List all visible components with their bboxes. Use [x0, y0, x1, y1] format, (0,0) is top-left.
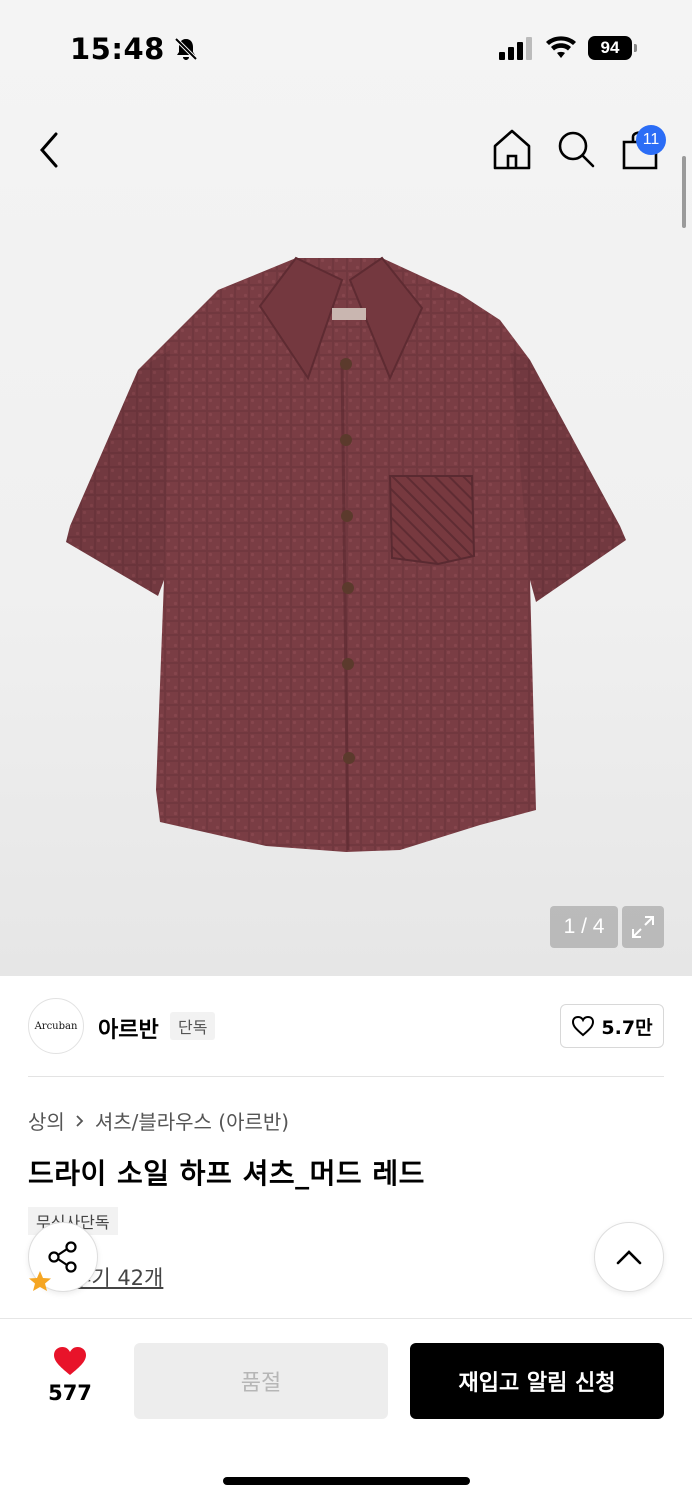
brand-logo[interactable]: Arcuban	[28, 998, 84, 1054]
expand-icon	[632, 916, 654, 938]
restock-alert-button[interactable]: 재입고 알림 신청	[410, 1343, 664, 1419]
chevron-up-icon	[616, 1250, 642, 1265]
brand-row: Arcuban 아르반 단독 5.7만	[0, 976, 692, 1076]
bell-muted-icon	[174, 37, 198, 61]
image-pager: 1 / 4	[550, 906, 618, 948]
share-icon	[48, 1241, 77, 1273]
product-title: 드라이 소일 하프 셔츠_머드 레드	[28, 1157, 425, 1190]
brand-logo-text: Arcuban	[34, 1020, 78, 1032]
battery-tip	[634, 44, 637, 52]
battery-level: 94	[600, 38, 620, 57]
chevron-right-icon	[76, 1114, 84, 1127]
brand-like-count: 5.7만	[601, 1016, 653, 1039]
soldout-button: 품절	[134, 1343, 388, 1419]
search-icon[interactable]	[554, 126, 598, 172]
wishlist-count: 577	[48, 1381, 92, 1405]
home-icon[interactable]	[490, 126, 534, 172]
heart-outline-icon	[572, 1015, 595, 1037]
scroll-top-button[interactable]	[594, 1222, 664, 1292]
battery-indicator: 94	[588, 36, 637, 60]
wifi-icon	[546, 36, 576, 58]
brand-like-button[interactable]: 5.7만	[560, 1004, 664, 1048]
top-nav	[0, 118, 692, 182]
brand-name[interactable]: 아르반	[98, 1012, 159, 1044]
breadcrumb-category[interactable]: 상의	[28, 1106, 65, 1135]
scrollbar[interactable]	[682, 156, 686, 228]
breadcrumb-subcategory[interactable]: 셔츠/블라우스 (아르반)	[95, 1106, 289, 1135]
breadcrumb: 상의 셔츠/블라우스 (아르반)	[28, 1106, 289, 1135]
bottom-action-bar: 577 품절 재입고 알림 신청	[0, 1318, 692, 1500]
cart-count-badge: 11	[636, 125, 666, 155]
status-icons: 94	[498, 36, 637, 60]
back-arrow-icon[interactable]	[30, 126, 70, 174]
wishlist-button[interactable]: 577	[40, 1345, 100, 1415]
product-page: 1 / 4 15:48 94 11 Arcuban 아르반 단독 5.7만 상의…	[0, 0, 692, 1500]
signal-icon	[499, 37, 532, 60]
heart-filled-icon	[54, 1347, 86, 1375]
divider	[28, 1076, 664, 1077]
star-icon	[29, 1271, 51, 1291]
status-bar: 15:48 94	[0, 0, 692, 100]
expand-button[interactable]	[622, 906, 664, 948]
home-indicator	[223, 1477, 470, 1485]
product-image[interactable]	[60, 250, 632, 860]
exclusive-tag: 단독	[170, 1012, 216, 1040]
status-time-group: 15:48	[70, 32, 199, 66]
status-time: 15:48	[70, 32, 165, 66]
